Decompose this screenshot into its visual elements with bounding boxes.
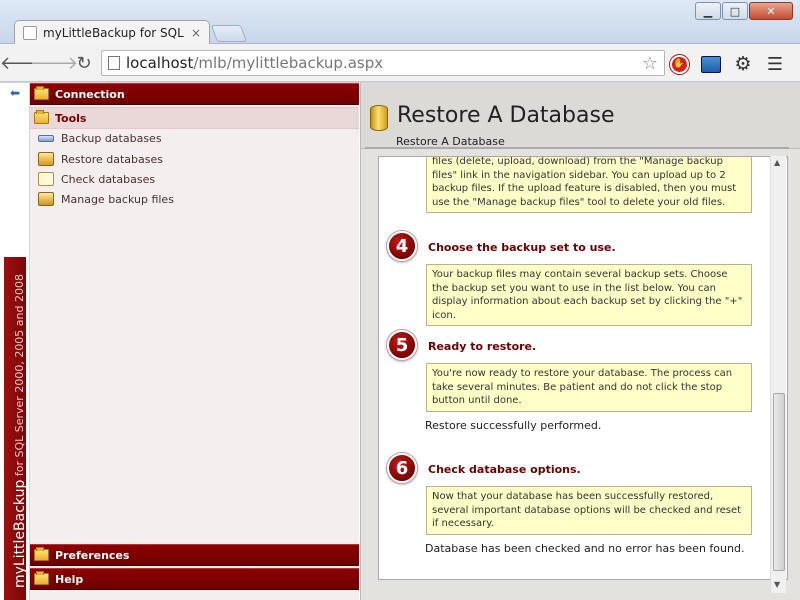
tab-title: myLittleBackup for SQL Se <box>43 26 185 40</box>
manage-files-icon <box>38 192 54 206</box>
reload-button[interactable]: ↻ <box>72 51 96 75</box>
section-help[interactable]: Help <box>30 568 359 590</box>
folder-icon <box>34 86 49 100</box>
folder-icon <box>34 547 49 561</box>
info-note: You're now ready to restore your databas… <box>426 363 752 412</box>
browser-title-bar: myLittleBackup for SQL Se × ▁ □ ✕ <box>0 0 800 45</box>
step-title: Choose the backup set to use. <box>428 241 616 254</box>
step-number-badge: 5 <box>387 330 417 360</box>
menu-icon[interactable]: ☰ <box>764 53 786 75</box>
scroll-thumb[interactable] <box>773 393 785 571</box>
section-preferences[interactable]: Preferences <box>30 544 359 566</box>
database-icon <box>370 105 388 131</box>
restore-icon <box>38 152 54 166</box>
sidebar-item-backup-databases[interactable]: Backup databases <box>38 132 162 145</box>
info-note: files (delete, upload, download) from th… <box>426 157 752 213</box>
wizard-content: files (delete, upload, download) from th… <box>378 156 788 580</box>
url-text: localhost/mlb/mylittlebackup.aspx <box>126 54 384 72</box>
status-message: Restore successfully performed. <box>425 419 602 432</box>
main-panel: Restore A Database Restore A Database fi… <box>360 83 800 600</box>
step-number-badge: 6 <box>387 453 417 483</box>
scroll-up-icon[interactable]: ▲ <box>774 158 780 167</box>
info-note: Now that your database has been successf… <box>426 486 752 535</box>
scroll-down-icon[interactable]: ▼ <box>774 580 780 589</box>
close-tab-icon[interactable]: × <box>191 26 201 40</box>
favicon-icon <box>23 26 37 40</box>
page-icon <box>108 56 120 70</box>
page-title: Restore A Database <box>397 103 615 128</box>
title-bar: Restore A Database Restore A Database <box>361 83 800 149</box>
minimize-button[interactable]: ▁ <box>695 2 721 20</box>
bookmark-star-icon[interactable]: ☆ <box>642 53 658 74</box>
browser-tab[interactable]: myLittleBackup for SQL Se × <box>14 20 210 45</box>
settings-gear-icon[interactable]: ⚙ <box>732 53 754 75</box>
address-bar[interactable]: localhost/mlb/mylittlebackup.aspx ☆ <box>101 50 665 76</box>
navigation-sidebar: Connection Tools Backup databases Restor… <box>29 83 359 600</box>
page-content: ⬅ myLittleBackup for SQL Server 2000, 20… <box>0 83 800 600</box>
maximize-button[interactable]: □ <box>722 2 748 20</box>
check-icon <box>38 172 54 186</box>
section-connection[interactable]: Connection <box>30 83 359 105</box>
vertical-scrollbar[interactable]: ▲ ▼ <box>770 156 786 593</box>
sidebar-item-restore-databases[interactable]: Restore databases <box>38 152 163 166</box>
adblock-extension-icon[interactable]: ✋ <box>668 53 690 75</box>
screenshot-extension-icon[interactable] <box>700 53 722 75</box>
new-tab-button[interactable] <box>210 25 248 42</box>
section-tools[interactable]: Tools <box>30 107 359 129</box>
folder-icon <box>34 571 49 585</box>
collapse-sidebar-icon[interactable]: ⬅ <box>10 86 20 100</box>
forward-button[interactable]: 🡒 <box>30 51 78 75</box>
brand-strip: ⬅ myLittleBackup for SQL Server 2000, 20… <box>0 83 29 600</box>
divider <box>365 147 789 149</box>
backup-icon <box>38 135 54 142</box>
browser-toolbar: 🡐 🡒 ↻ localhost/mlb/mylittlebackup.aspx … <box>0 44 800 82</box>
sidebar-item-check-databases[interactable]: Check databases <box>38 172 155 186</box>
vertical-brand-band: myLittleBackup for SQL Server 2000, 2005… <box>4 257 28 600</box>
status-message: Database has been checked and no error h… <box>425 542 745 555</box>
close-window-button[interactable]: ✕ <box>749 2 793 20</box>
info-note: Your backup files may contain several ba… <box>426 264 752 326</box>
step-title: Check database options. <box>428 463 581 476</box>
step-title: Ready to restore. <box>428 340 537 353</box>
step-number-badge: 4 <box>387 231 417 261</box>
sidebar-item-manage-backup-files[interactable]: Manage backup files <box>38 192 174 206</box>
open-folder-icon <box>34 110 49 124</box>
vertical-brand-text: myLittleBackup for SQL Server 2000, 2005… <box>12 273 28 588</box>
